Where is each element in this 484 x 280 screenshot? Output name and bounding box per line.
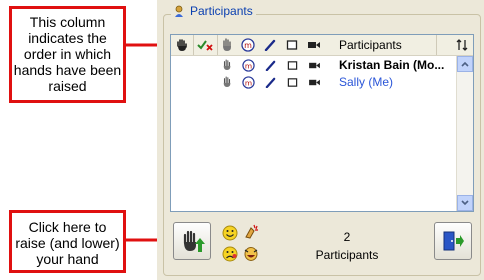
participants-rows: m Kristan Bain (Mo... m Sally (Me) (171, 56, 456, 211)
laugh-emoticon-icon[interactable] (242, 245, 260, 263)
raise-hand-button[interactable] (173, 222, 211, 260)
participant-name: Sally (Me) (339, 75, 394, 89)
hand-column[interactable] (217, 35, 237, 55)
sad-emoticon-icon[interactable] (221, 245, 239, 263)
camera-icon (308, 42, 320, 48)
raise-hand-icon (183, 230, 205, 252)
scroll-down-button[interactable] (457, 195, 473, 211)
hand-icon (217, 57, 237, 73)
participant-row[interactable]: m Sally (Me) (171, 74, 456, 90)
svg-text:m: m (244, 61, 251, 70)
status-column[interactable] (193, 35, 218, 55)
participants-column-header[interactable]: Participants (325, 35, 437, 55)
sort-button[interactable] (451, 35, 473, 55)
chevron-up-icon (461, 61, 469, 67)
permissions-column[interactable]: m (237, 35, 259, 55)
participants-icon (175, 5, 183, 17)
permissions-icon: m (241, 38, 255, 52)
list-header: m Participants (171, 35, 473, 56)
hand-order-callout: This column indicates the order in which… (9, 6, 126, 103)
participants-panel: Participants m Participants m Kristan Ba… (157, 0, 484, 280)
scroll-up-button[interactable] (457, 56, 473, 72)
annotate-column[interactable] (259, 35, 281, 55)
hand-order-column[interactable] (171, 35, 194, 55)
applause-emoticon-icon[interactable] (242, 222, 260, 240)
participant-row[interactable]: m Kristan Bain (Mo... (171, 57, 456, 73)
pen-icon (259, 74, 281, 90)
hand-order-callout-text: This column indicates the order in which… (13, 14, 122, 94)
permissions-icon: m (237, 57, 259, 73)
check-x-icon (197, 40, 213, 51)
participants-list[interactable]: m Participants m Kristan Bain (Mo... m S… (170, 34, 474, 212)
raise-hand-callout-text: Click here to raise (and lower) your han… (15, 219, 120, 267)
chevron-down-icon (461, 200, 469, 206)
svg-text:m: m (244, 41, 252, 50)
pen-icon (259, 57, 281, 73)
smile-emoticon-icon[interactable] (221, 224, 239, 242)
participant-count: 2 (343, 230, 351, 244)
video-column[interactable] (303, 35, 325, 55)
camera-icon (303, 57, 325, 73)
whiteboard-column[interactable] (281, 35, 303, 55)
participants-title-text: Participants (190, 4, 253, 18)
square-icon (286, 40, 298, 50)
hand-icon (223, 38, 231, 51)
svg-text:m: m (244, 78, 251, 87)
permissions-icon: m (237, 74, 259, 90)
participants-header-label: Participants (339, 38, 402, 52)
list-scrollbar[interactable] (456, 56, 473, 211)
participants-group-title: Participants (171, 4, 256, 18)
raised-hand-icon (177, 39, 187, 51)
leave-meeting-button[interactable] (434, 222, 472, 260)
exit-door-icon (443, 231, 464, 251)
square-icon (281, 74, 303, 90)
participant-count-label: Participants (315, 248, 379, 262)
participant-name: Kristan Bain (Mo... (339, 58, 445, 72)
raise-hand-callout: Click here to raise (and lower) your han… (9, 210, 126, 273)
sort-icon (456, 39, 468, 51)
hand-icon (217, 74, 237, 90)
camera-icon (303, 74, 325, 90)
square-icon (281, 57, 303, 73)
pen-icon (264, 39, 276, 51)
